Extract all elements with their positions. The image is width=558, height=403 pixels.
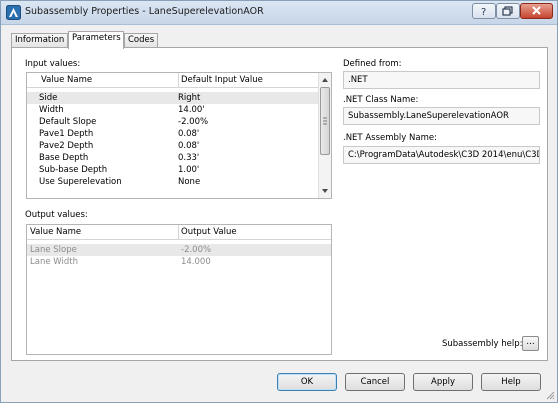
input-row-name: Default Slope [39,117,97,127]
scroll-down-arrow-icon[interactable] [319,185,331,197]
ok-button[interactable]: OK [277,373,337,391]
scroll-up-arrow-icon[interactable] [319,74,331,86]
input-row-value: 0.33' [178,153,200,163]
column-separator [178,73,179,88]
output-row[interactable]: Lane Width 14.000 [27,256,331,268]
tab-parameters[interactable]: Parameters [68,31,124,49]
resize-grip-icon[interactable] [545,390,555,400]
output-row-value: 14.000 [181,257,211,267]
class-name-field[interactable]: Subassembly.LaneSuperelevationAOR [343,107,540,125]
input-row-value: -2.00% [178,117,209,127]
input-values-grid[interactable]: Value Name Default Input Value Side Righ… [26,72,332,199]
input-row-name: Base Depth [39,153,89,163]
output-row[interactable]: Lane Slope -2.00% [27,244,331,256]
assembly-name-label: .NET Assembly Name: [343,133,437,143]
input-row-value: Right [178,93,201,103]
output-grid-header: Value Name Output Value [27,225,331,240]
column-header-default-input-value[interactable]: Default Input Value [181,75,263,85]
input-row-value: 0.08' [178,141,200,151]
input-row[interactable]: Side Right [27,92,318,104]
input-row-name: Width [39,105,64,115]
input-row-value: 14.00' [178,105,205,115]
help-question-icon: ? [481,7,486,18]
title-help-button[interactable]: ? [472,3,496,19]
input-row-name: Side [39,93,58,103]
input-row[interactable]: Default Slope -2.00% [27,116,318,128]
input-row-name: Pave1 Depth [39,129,94,139]
input-row[interactable]: Pave1 Depth 0.08' [27,128,318,140]
input-row[interactable]: Use Superelevation None [27,176,318,188]
column-header-value-name[interactable]: Value Name [30,227,81,237]
input-values-label: Input values: [25,59,81,69]
output-values-grid[interactable]: Value Name Output Value Lane Slope -2.00… [26,224,332,355]
input-row-name: Use Superelevation [39,177,122,187]
input-row-name: Pave2 Depth [39,141,94,151]
column-header-value-name[interactable]: Value Name [41,75,92,85]
input-row[interactable]: Sub-base Depth 1.00' [27,164,318,176]
input-row[interactable]: Pave2 Depth 0.08' [27,140,318,152]
scroll-grip-icon [323,117,327,125]
class-name-label: .NET Class Name: [343,95,419,105]
restore-button[interactable] [496,3,520,19]
input-grid-header: Value Name Default Input Value [27,73,318,88]
column-header-output-value[interactable]: Output Value [181,227,237,237]
input-row-name: Sub-base Depth [39,165,108,175]
input-row[interactable]: Width 14.00' [27,104,318,116]
parameters-panel: Input values: Value Name Default Input V… [11,47,548,361]
scroll-thumb[interactable] [320,87,330,155]
close-button[interactable] [520,3,553,19]
cancel-button[interactable]: Cancel [345,373,405,391]
subassembly-help-button[interactable]: ... [522,336,539,351]
assembly-name-field[interactable]: C:\ProgramData\Autodesk\C3D 2014\enu\C3D… [343,146,540,164]
column-separator [178,225,179,240]
apply-button[interactable]: Apply [413,373,473,391]
output-row-name: Lane Width [30,257,78,267]
input-grid-scrollbar[interactable] [318,73,331,198]
output-row-value: -2.00% [181,245,212,255]
output-values-label: Output values: [25,210,88,220]
civil3d-app-icon [6,5,21,20]
title-bar[interactable]: Subassembly Properties - LaneSuperelevat… [1,1,557,25]
tab-information[interactable]: Information [11,33,68,48]
input-row-value: 1.00' [178,165,200,175]
subassembly-help-label: Subassembly help: [442,339,523,349]
tab-codes[interactable]: Codes [124,33,158,48]
svg-text:?: ? [481,7,486,18]
help-button[interactable]: Help [481,373,541,391]
window-title: Subassembly Properties - LaneSuperelevat… [25,6,264,17]
output-row-name: Lane Slope [30,245,77,255]
defined-from-field[interactable]: .NET [343,71,540,89]
close-icon [532,6,541,15]
defined-from-label: Defined from: [343,59,402,69]
input-row-value: None [178,177,201,187]
dialog-window: Subassembly Properties - LaneSuperelevat… [0,0,558,403]
input-row[interactable]: Base Depth 0.33' [27,152,318,164]
restore-icon [502,6,513,16]
input-row-value: 0.08' [178,129,200,139]
